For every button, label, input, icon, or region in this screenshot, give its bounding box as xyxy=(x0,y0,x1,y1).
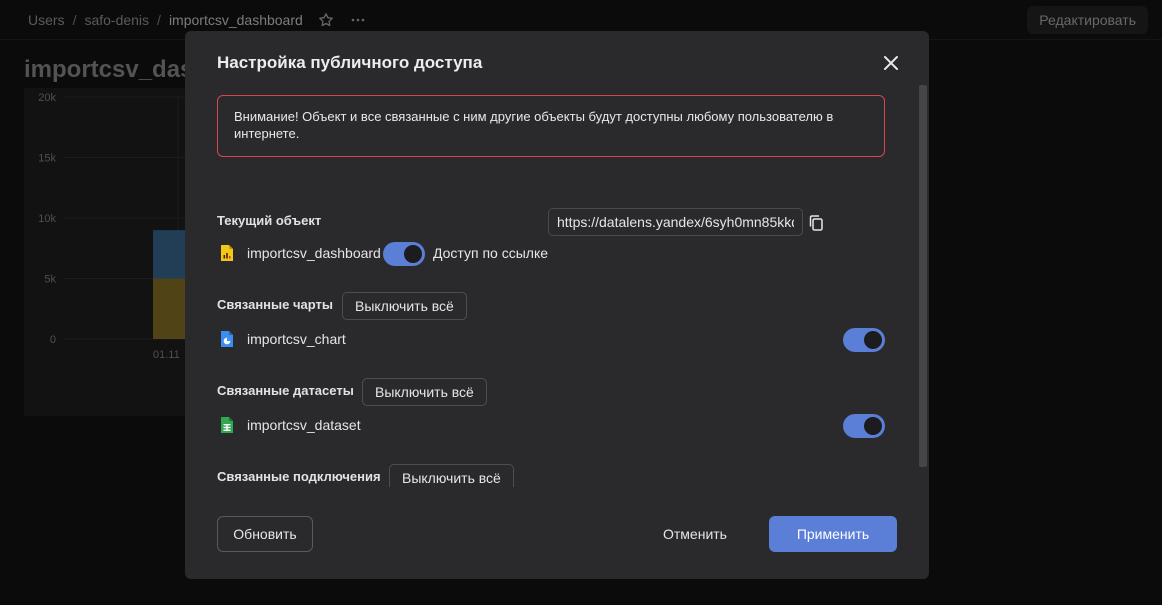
linked-dataset-toggle[interactable] xyxy=(843,414,885,438)
dashboard-icon xyxy=(219,244,235,262)
disable-all-datasets-button[interactable]: Выключить всё xyxy=(362,378,487,406)
refresh-button[interactable]: Обновить xyxy=(217,516,313,552)
dialog-content: Внимание! Объект и все связанные с ним д… xyxy=(185,87,929,487)
current-object-name: importcsv_dashboard xyxy=(247,245,381,261)
linked-connections-label: Связанные подключения xyxy=(217,469,381,484)
dialog-title: Настройка публичного доступа xyxy=(217,53,483,72)
linked-dataset-name: importcsv_dataset xyxy=(247,417,361,433)
current-object-row: importcsv_dashboard xyxy=(219,244,381,262)
linked-chart-name: importcsv_chart xyxy=(247,331,346,347)
linked-dataset-row: importcsv_dataset xyxy=(219,416,361,434)
disable-all-charts-button[interactable]: Выключить всё xyxy=(342,292,467,320)
public-warning: Внимание! Объект и все связанные с ним д… xyxy=(217,95,885,157)
apply-button[interactable]: Применить xyxy=(769,516,897,552)
current-object-label: Текущий объект xyxy=(217,213,322,228)
public-access-dialog: Настройка публичного доступа Внимание! О… xyxy=(185,31,929,579)
dataset-icon xyxy=(219,416,235,434)
chart-icon xyxy=(219,330,235,348)
disable-all-connections-button[interactable]: Выключить всё xyxy=(389,464,514,487)
linked-charts-label: Связанные чарты xyxy=(217,297,333,312)
linked-chart-row: importcsv_chart xyxy=(219,330,346,348)
cancel-button[interactable]: Отменить xyxy=(655,516,735,552)
toggle-knob xyxy=(864,331,882,349)
current-object-toggle[interactable] xyxy=(383,242,425,266)
copy-icon[interactable] xyxy=(807,214,825,232)
close-icon[interactable] xyxy=(879,51,903,75)
linked-datasets-label: Связанные датасеты xyxy=(217,383,354,398)
scrollbar-thumb[interactable] xyxy=(919,85,927,467)
link-access-label: Доступ по ссылке xyxy=(433,245,549,261)
dialog-scrollbar[interactable] xyxy=(916,85,928,467)
toggle-knob xyxy=(404,245,422,263)
public-link-input[interactable] xyxy=(548,208,803,236)
linked-chart-toggle[interactable] xyxy=(843,328,885,352)
toggle-knob xyxy=(864,417,882,435)
